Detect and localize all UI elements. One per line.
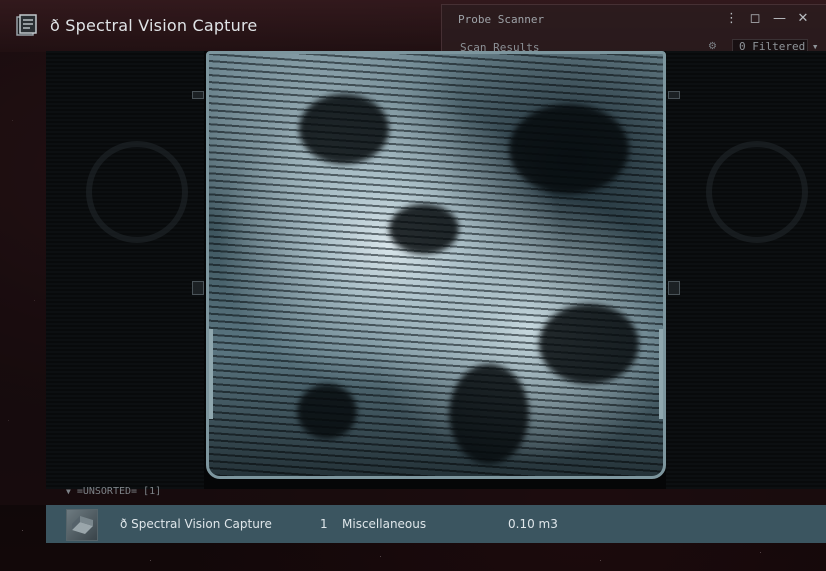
minimize-icon[interactable]: — (773, 11, 786, 26)
item-quantity: 1 (320, 517, 328, 531)
right-frame-panel (666, 51, 826, 489)
group-label: =UNSORTED= [1] (76, 486, 162, 497)
corrupted-portrait-image (206, 51, 666, 479)
screen: ð Spectral Vision Capture Probe Scanner … (0, 0, 826, 571)
chevron-down-icon[interactable]: ▼ (66, 487, 71, 496)
item-volume: 0.10 m3 (508, 517, 558, 531)
restore-icon[interactable]: ◻ (749, 11, 761, 26)
frame-rail (668, 91, 680, 99)
info-window: ð Spectral Vision Capture Probe Scanner … (0, 0, 826, 505)
frame-bracket (659, 329, 663, 419)
frame-rail (192, 281, 204, 295)
left-frame-panel (46, 51, 204, 489)
image-shadow (299, 94, 389, 164)
item-name: ð Spectral Vision Capture (120, 517, 272, 531)
cargo-container-icon (72, 516, 93, 534)
frame-rail (668, 281, 680, 295)
probe-window-controls: ⋮ ◻ — ✕ (725, 11, 809, 26)
info-document-icon (16, 14, 37, 36)
probe-scanner-title: Probe Scanner (458, 13, 545, 26)
frame-ring-decoration (706, 141, 808, 243)
filter-icon[interactable]: ⚙ (708, 41, 722, 52)
frame-bracket (209, 329, 213, 419)
image-shadow (449, 364, 529, 464)
list-item[interactable]: ð Spectral Vision Capture 1 Miscellaneou… (46, 505, 826, 543)
item-image-viewer (46, 51, 826, 489)
close-icon[interactable]: ✕ (797, 11, 809, 26)
item-group: Miscellaneous (342, 517, 427, 531)
image-shadow (509, 104, 629, 194)
image-shadow (539, 304, 639, 384)
frame-ring-decoration (86, 141, 188, 243)
image-shadow (389, 204, 459, 254)
menu-icon[interactable]: ⋮ (725, 11, 738, 26)
frame-rail (192, 91, 204, 99)
probe-scanner-panel: Probe Scanner ⋮ ◻ — ✕ Scan Results ⚙ 0 F… (441, 4, 826, 55)
image-shadow (297, 384, 357, 439)
group-header-unsorted[interactable]: ▼ =UNSORTED= [1] (66, 486, 161, 497)
window-title: ð Spectral Vision Capture (50, 16, 258, 35)
item-thumbnail-icon (66, 509, 98, 541)
